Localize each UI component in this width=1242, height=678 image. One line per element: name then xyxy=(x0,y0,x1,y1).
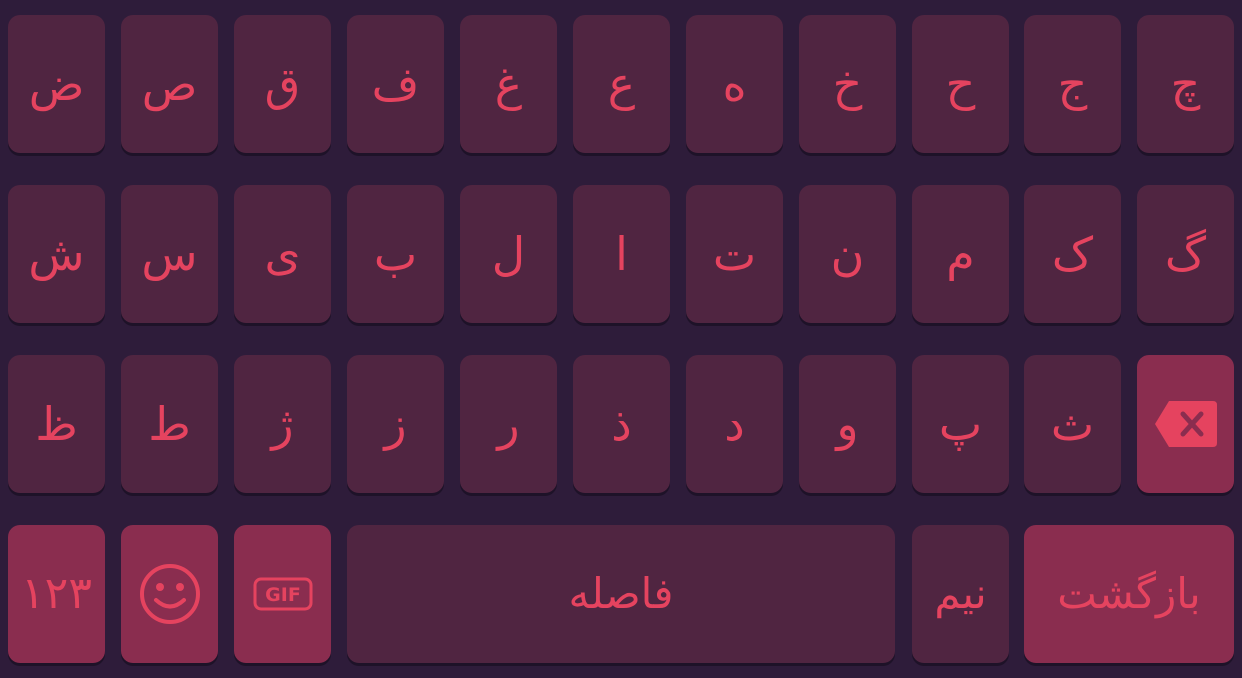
key-label: ژ xyxy=(271,397,294,451)
backspace-button[interactable] xyxy=(1137,355,1234,493)
key-dal[interactable]: د xyxy=(686,355,783,493)
key-pe[interactable]: پ xyxy=(912,355,1009,493)
key-label: پ xyxy=(938,397,983,451)
key-ye[interactable]: ی xyxy=(234,185,331,323)
key-ein[interactable]: ع xyxy=(573,15,670,153)
gif-label: GIF xyxy=(265,584,301,606)
key-label: ذ xyxy=(611,397,632,451)
key-se[interactable]: ث xyxy=(1024,355,1121,493)
return-label: بازگشت xyxy=(1057,569,1201,618)
numbers-button[interactable]: ۱۲۳ xyxy=(8,525,105,663)
key-jim[interactable]: ج xyxy=(1024,15,1121,153)
key-nun[interactable]: ن xyxy=(799,185,896,323)
key-label: ت xyxy=(712,227,757,281)
key-za-tall[interactable]: ظ xyxy=(8,355,105,493)
space-button[interactable]: فاصله xyxy=(347,525,895,663)
key-label: ا xyxy=(615,227,628,281)
gif-icon: GIF xyxy=(253,577,313,611)
key-vav[interactable]: و xyxy=(799,355,896,493)
key-label: ث xyxy=(1050,397,1095,451)
key-ghaf[interactable]: ق xyxy=(234,15,331,153)
key-che[interactable]: چ xyxy=(1137,15,1234,153)
key-label: ط xyxy=(148,397,191,451)
key-label: ح xyxy=(945,57,976,111)
key-shin[interactable]: ش xyxy=(8,185,105,323)
half-space-label: نیم xyxy=(934,569,987,618)
key-label: س xyxy=(141,227,198,281)
key-label: ب xyxy=(373,227,418,281)
key-label: ظ xyxy=(35,397,78,451)
key-mim[interactable]: م xyxy=(912,185,1009,323)
key-label: ک xyxy=(1051,227,1094,281)
key-fe[interactable]: ف xyxy=(347,15,444,153)
key-label: ف xyxy=(371,57,420,111)
key-label: ق xyxy=(264,57,301,111)
key-ta[interactable]: ط xyxy=(121,355,218,493)
key-zad[interactable]: ض xyxy=(8,15,105,153)
key-ghein[interactable]: غ xyxy=(460,15,557,153)
key-label: ج xyxy=(1057,57,1088,111)
persian-keyboard: ض ص ق ف غ ع ه خ ح ج چ ش س ی ب ل ا ت ن م … xyxy=(0,0,1242,678)
key-label: ر xyxy=(497,397,520,451)
key-label: ه xyxy=(722,57,747,111)
key-label: گ xyxy=(1164,227,1207,281)
key-sad[interactable]: ص xyxy=(121,15,218,153)
key-label: ی xyxy=(264,227,301,281)
key-label: ن xyxy=(830,227,865,281)
backspace-icon xyxy=(1153,399,1219,449)
key-gaf[interactable]: گ xyxy=(1137,185,1234,323)
key-zal[interactable]: ذ xyxy=(573,355,670,493)
numbers-label: ۱۲۳ xyxy=(21,568,92,619)
key-zhe[interactable]: ژ xyxy=(234,355,331,493)
key-label: م xyxy=(946,227,975,281)
key-label: غ xyxy=(494,57,523,111)
key-label: ع xyxy=(607,57,636,111)
key-alef[interactable]: ا xyxy=(573,185,670,323)
key-re[interactable]: ر xyxy=(460,355,557,493)
key-he-jimi[interactable]: ح xyxy=(912,15,1009,153)
key-te[interactable]: ت xyxy=(686,185,783,323)
key-label: د xyxy=(724,397,745,451)
key-label: ص xyxy=(141,57,198,111)
key-he[interactable]: ه xyxy=(686,15,783,153)
half-space-button[interactable]: نیم xyxy=(912,525,1009,663)
key-label: ض xyxy=(28,57,85,111)
key-label: ل xyxy=(491,227,526,281)
key-label: چ xyxy=(1170,57,1201,111)
key-lam[interactable]: ل xyxy=(460,185,557,323)
key-sin[interactable]: س xyxy=(121,185,218,323)
emoji-button[interactable] xyxy=(121,525,218,663)
gif-button[interactable]: GIF xyxy=(234,525,331,663)
key-label: ش xyxy=(28,227,85,281)
key-ze[interactable]: ز xyxy=(347,355,444,493)
emoji-icon xyxy=(139,563,201,625)
key-label: ز xyxy=(384,397,407,451)
key-khe[interactable]: خ xyxy=(799,15,896,153)
return-button[interactable]: بازگشت xyxy=(1024,525,1234,663)
space-label: فاصله xyxy=(568,569,674,618)
key-kaf[interactable]: ک xyxy=(1024,185,1121,323)
key-label: خ xyxy=(832,57,863,111)
key-label: و xyxy=(836,397,859,451)
key-be[interactable]: ب xyxy=(347,185,444,323)
